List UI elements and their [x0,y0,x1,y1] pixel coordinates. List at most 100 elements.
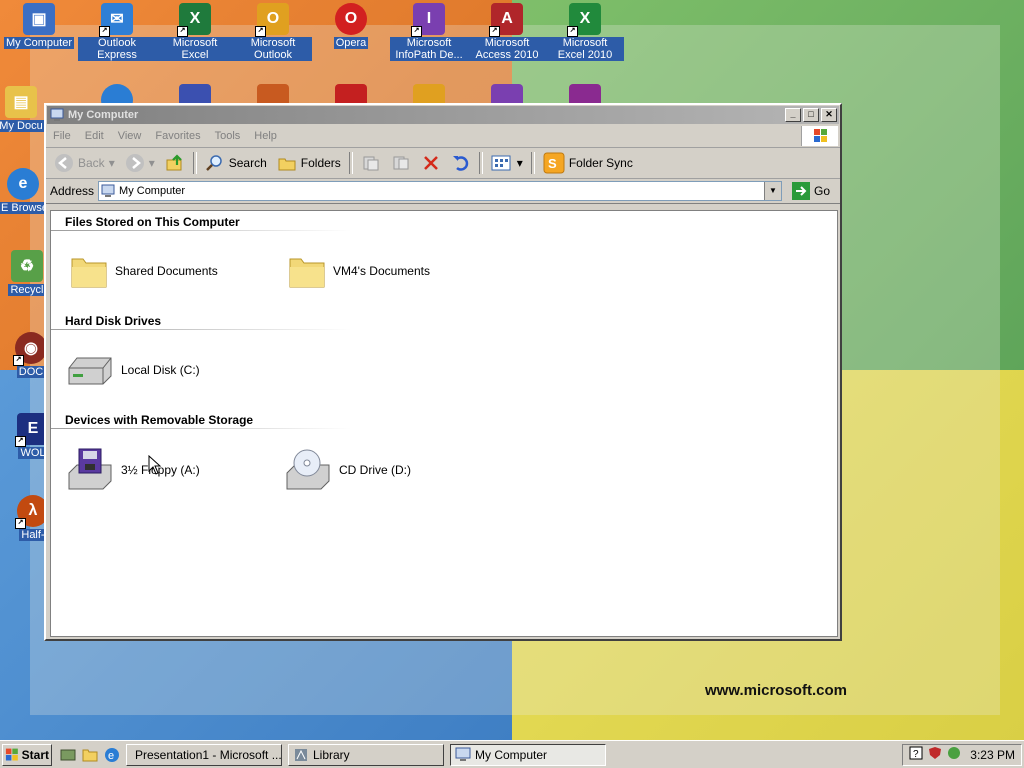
menu-favorites[interactable]: Favorites [148,130,207,142]
clock[interactable]: 3:23 PM [970,748,1015,762]
item-vm4-documents[interactable]: VM4's Documents [287,251,430,291]
file-list-pane: Files Stored on This Computer Shared Doc… [50,210,838,637]
desktop-icon-opera[interactable]: O Opera [312,3,390,49]
doc-icon: ◉ ↗ [13,332,47,366]
window-title: My Computer [68,109,139,121]
menu-file[interactable]: File [46,130,78,142]
copy-to-icon [393,156,409,170]
address-field[interactable]: My Computer ▼ [98,181,782,201]
recycle-bin-icon: ♻ [11,250,43,282]
opera-icon: O [335,3,367,35]
title-bar[interactable]: My Computer _ □ ✕ [47,106,839,124]
menu-help[interactable]: Help [247,130,284,142]
desktop-icon-access-2010[interactable]: A ↗ Microsoft Access 2010 [468,3,546,61]
go-arrow-icon [791,182,810,200]
my-computer-window: My Computer _ □ ✕ File Edit View Favorit… [44,103,842,641]
excel-2010-icon: X ↗ [567,3,601,37]
shield-icon[interactable] [928,746,942,763]
delete-button[interactable] [417,153,445,173]
library-icon [295,748,307,761]
computer-icon [455,747,471,761]
chevron-down-icon[interactable]: ▾ [149,156,155,170]
menu-view[interactable]: View [111,130,149,142]
taskbar-button-presentation[interactable]: P Presentation1 - Microsoft ... [126,743,282,766]
copy-to-button[interactable] [387,153,415,173]
move-to-icon [363,156,379,171]
desktop-icon-infopath[interactable]: I ↗ Microsoft InfoPath De... [390,3,468,61]
infopath-icon: I ↗ [411,3,445,37]
folder-icon: ▤ [5,86,37,118]
address-dropdown-button[interactable]: ▼ [763,182,781,200]
folder-sync-button[interactable]: S Folder Sync [539,152,637,174]
item-shared-documents[interactable]: Shared Documents [69,251,218,291]
svg-text:S: S [548,156,557,171]
folder-icon [289,258,325,288]
up-folder-icon [166,154,182,171]
item-floppy-a[interactable]: 3½ Floppy (A:) [65,447,200,493]
maximize-button[interactable]: □ [803,108,819,122]
svg-text:e: e [108,750,114,762]
windows-logo-icon [5,748,18,760]
menu-edit[interactable]: Edit [78,130,111,142]
access-icon: A ↗ [489,3,523,37]
network-icon[interactable] [947,746,961,763]
desktop-icon-excel-2010[interactable]: X ↗ Microsoft Excel 2010 [546,3,624,61]
ie-icon[interactable]: e [104,747,120,763]
search-icon [205,155,222,171]
floppy-drive-icon [68,448,112,490]
minimize-button[interactable]: _ [785,108,801,122]
undo-icon [452,156,468,171]
chevron-down-icon[interactable]: ▾ [109,156,115,170]
back-button[interactable]: Back ▾ [50,153,119,173]
address-label: Address [50,184,95,198]
group-header-hard-disk-drives: Hard Disk Drives [65,314,162,328]
chevron-down-icon[interactable]: ▾ [517,156,523,170]
back-arrow-icon [55,154,73,172]
folder-sync-icon: S [543,152,565,174]
forward-button[interactable]: ▾ [121,153,159,173]
address-value: My Computer [119,185,186,197]
up-folder-button[interactable] [161,153,189,173]
windows-logo-icon [801,126,838,146]
group-header-removable-storage: Devices with Removable Storage [65,413,254,427]
desktop-icon-microsoft-outlook[interactable]: O ↗ Microsoft Outlook [234,3,312,61]
svg-text:?: ? [913,749,919,760]
cd-drive-icon [286,449,330,490]
taskbar: Start e P Presentation1 - Microsoft ... … [0,740,1024,768]
undo-button[interactable] [447,153,475,173]
folders-button[interactable]: Folders [273,153,345,173]
wallpaper-brand-text: www.microsoft.com [705,682,847,699]
delete-icon [423,156,438,170]
computer-icon: ▣ [23,3,55,35]
taskbar-button-library[interactable]: Library [288,743,444,766]
folder-icon[interactable] [82,747,98,763]
move-to-button[interactable] [357,153,385,173]
close-button[interactable]: ✕ [821,108,837,122]
menu-tools[interactable]: Tools [208,130,248,142]
outlook-express-icon: ✉ ↗ [99,3,133,37]
go-button[interactable]: Go [786,182,836,200]
toolbar: Back ▾ ▾ Search Folders ▾ S Folder Sync [46,148,840,179]
show-desktop-icon[interactable] [60,747,76,763]
group-header-files: Files Stored on This Computer [65,215,240,229]
start-button[interactable]: Start [2,743,52,766]
views-button[interactable]: ▾ [487,153,527,173]
menu-bar: File Edit View Favorites Tools Help [46,125,840,148]
desktop-icon-my-computer[interactable]: ▣ My Computer [0,3,78,49]
excel-icon: X ↗ [177,3,211,37]
desktop-icon-microsoft-excel[interactable]: X ↗ Microsoft Excel [156,3,234,61]
computer-icon [50,108,64,121]
search-button[interactable]: Search [201,153,271,173]
item-local-disk-c[interactable]: Local Disk (C:) [65,350,200,390]
quick-launch: e [60,747,120,763]
folders-icon [278,158,296,171]
item-cd-drive-d[interactable]: CD Drive (D:) [283,447,411,493]
system-tray: ? 3:23 PM [902,743,1022,766]
help-icon[interactable]: ? [909,746,923,763]
folder-icon [71,258,107,288]
address-bar: Address My Computer ▼ Go [46,179,840,204]
ie-icon: e [7,168,39,200]
desktop-icon-outlook-express[interactable]: ✉ ↗ Outlook Express [78,3,156,61]
hard-disk-icon [68,357,112,385]
taskbar-button-my-computer[interactable]: My Computer [450,743,606,766]
